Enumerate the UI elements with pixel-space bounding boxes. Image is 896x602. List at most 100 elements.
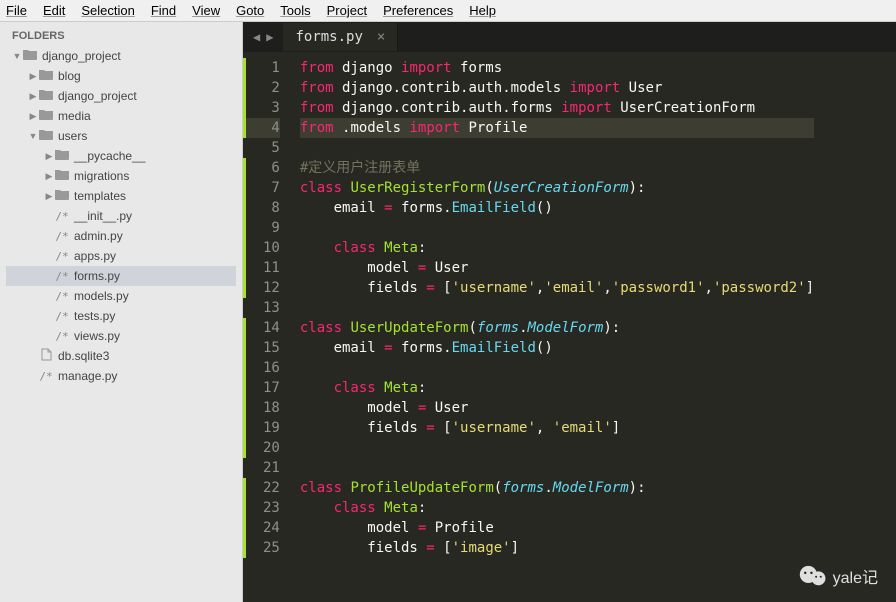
code-line[interactable]: fields = ['username', 'email'] bbox=[300, 418, 814, 438]
chevron-right-icon[interactable]: ▶ bbox=[28, 111, 38, 122]
code-line[interactable]: class Meta: bbox=[300, 238, 814, 258]
code-line[interactable]: model = Profile bbox=[300, 518, 814, 538]
line-number[interactable]: 16 bbox=[243, 358, 280, 378]
line-number[interactable]: 8 bbox=[243, 198, 280, 218]
tree-item-admin-py[interactable]: /*admin.py bbox=[6, 226, 236, 246]
folder-tree: ▼ django_project ▶ blog ▶django_project▶medi… bbox=[0, 46, 242, 386]
code-line[interactable]: from django.contrib.auth.forms import Us… bbox=[300, 98, 814, 118]
line-number[interactable]: 23 bbox=[243, 498, 280, 518]
line-number[interactable]: 24 bbox=[243, 518, 280, 538]
folder-icon bbox=[38, 109, 54, 123]
line-number[interactable]: 10 bbox=[243, 238, 280, 258]
tree-item-label: tests.py bbox=[74, 309, 115, 323]
code-line[interactable]: class UserRegisterForm(UserCreationForm)… bbox=[300, 178, 814, 198]
tree-item-forms-py[interactable]: /*forms.py bbox=[6, 266, 236, 286]
tree-item-views-py[interactable]: /*views.py bbox=[6, 326, 236, 346]
code-line[interactable]: from django.contrib.auth.models import U… bbox=[300, 78, 814, 98]
tree-item-__pycache__[interactable]: ▶__pycache__ bbox=[6, 146, 236, 166]
chevron-right-icon[interactable]: ▶ bbox=[44, 151, 54, 162]
line-number[interactable]: 9 bbox=[243, 218, 280, 238]
chevron-right-icon[interactable]: ▶ bbox=[28, 91, 38, 102]
tree-item-models-py[interactable]: /*models.py bbox=[6, 286, 236, 306]
code-line[interactable]: model = User bbox=[300, 258, 814, 278]
line-number[interactable]: 5 bbox=[263, 138, 280, 158]
code-line[interactable]: #定义用户注册表单 bbox=[300, 158, 814, 178]
code-line[interactable] bbox=[300, 218, 814, 238]
line-number[interactable]: 22 bbox=[243, 478, 280, 498]
tree-item-label: django_project bbox=[42, 49, 121, 63]
nav-next-icon[interactable]: ▶ bbox=[266, 30, 273, 44]
menu-project[interactable]: Project bbox=[327, 3, 367, 18]
code-editor[interactable]: 1234567891011121314151617181920212223242… bbox=[243, 52, 896, 602]
code-line[interactable]: email = forms.EmailField() bbox=[300, 338, 814, 358]
code-line[interactable]: email = forms.EmailField() bbox=[300, 198, 814, 218]
code-line[interactable]: from .models import Profile bbox=[300, 118, 814, 138]
code-line[interactable] bbox=[300, 438, 814, 458]
code-line[interactable]: from django import forms bbox=[300, 58, 814, 78]
tree-item-migrations[interactable]: ▶migrations bbox=[6, 166, 236, 186]
menu-file[interactable]: File bbox=[6, 3, 27, 18]
chevron-right-icon[interactable]: ▶ bbox=[44, 191, 54, 202]
tree-item-media[interactable]: ▶media bbox=[6, 106, 236, 126]
line-number[interactable]: 13 bbox=[263, 298, 280, 318]
tree-item-django_project[interactable]: ▶django_project bbox=[6, 86, 236, 106]
tree-item-django_project[interactable]: ▼ django_project bbox=[6, 46, 236, 66]
line-number[interactable]: 11 bbox=[243, 258, 280, 278]
menu-goto[interactable]: Goto bbox=[236, 3, 264, 18]
line-number[interactable]: 25 bbox=[243, 538, 280, 558]
tree-item-tests-py[interactable]: /*tests.py bbox=[6, 306, 236, 326]
code-line[interactable]: class Meta: bbox=[300, 498, 814, 518]
code-line[interactable] bbox=[300, 358, 814, 378]
tree-item-users[interactable]: ▼ users bbox=[6, 126, 236, 146]
menu-find[interactable]: Find bbox=[151, 3, 176, 18]
line-number[interactable]: 3 bbox=[243, 98, 280, 118]
line-number[interactable]: 17 bbox=[243, 378, 280, 398]
code-line[interactable] bbox=[300, 458, 814, 478]
chevron-right-icon[interactable]: ▶ bbox=[44, 171, 54, 182]
code-line[interactable]: fields = ['username','email','password1'… bbox=[300, 278, 814, 298]
tab-forms[interactable]: forms.py × bbox=[283, 23, 398, 51]
py-icon: /* bbox=[54, 250, 70, 263]
nav-prev-icon[interactable]: ◀ bbox=[253, 30, 260, 44]
menu-help[interactable]: Help bbox=[469, 3, 496, 18]
tree-item-blog[interactable]: ▶ blog bbox=[6, 66, 236, 86]
chevron-right-icon[interactable]: ▶ bbox=[28, 71, 38, 82]
chevron-down-icon[interactable]: ▼ bbox=[28, 131, 38, 141]
tree-item-manage-py[interactable]: /*manage.py bbox=[6, 366, 236, 386]
code-line[interactable]: class Meta: bbox=[300, 378, 814, 398]
tree-item-label: forms.py bbox=[74, 269, 120, 283]
line-number[interactable]: 20 bbox=[243, 438, 280, 458]
line-number[interactable]: 15 bbox=[243, 338, 280, 358]
tree-item-templates[interactable]: ▶templates bbox=[6, 186, 236, 206]
menu-tools[interactable]: Tools bbox=[280, 3, 310, 18]
close-icon[interactable]: × bbox=[377, 29, 385, 45]
tree-item-db-sqlite3[interactable]: db.sqlite3 bbox=[6, 346, 236, 366]
code-line[interactable]: class UserUpdateForm(forms.ModelForm): bbox=[300, 318, 814, 338]
tree-item-apps-py[interactable]: /*apps.py bbox=[6, 246, 236, 266]
line-number[interactable]: 7 bbox=[243, 178, 280, 198]
line-number[interactable]: 1 bbox=[243, 58, 280, 78]
sidebar: FOLDERS ▼django_project▶blog▶django_proj… bbox=[0, 22, 243, 602]
menu-edit[interactable]: Edit bbox=[43, 3, 65, 18]
line-number[interactable]: 6 bbox=[243, 158, 280, 178]
code-line[interactable]: model = User bbox=[300, 398, 814, 418]
line-number[interactable]: 18 bbox=[243, 398, 280, 418]
tree-item-label: users bbox=[58, 129, 87, 143]
chevron-down-icon[interactable]: ▼ bbox=[12, 51, 22, 61]
code-line[interactable]: fields = ['image'] bbox=[300, 538, 814, 558]
code-line[interactable] bbox=[300, 138, 814, 158]
menu-selection[interactable]: Selection bbox=[81, 3, 134, 18]
line-number[interactable]: 19 bbox=[243, 418, 280, 438]
line-number[interactable]: 21 bbox=[263, 458, 280, 478]
tree-item-label: blog bbox=[58, 69, 81, 83]
line-number[interactable]: 4 bbox=[243, 118, 280, 138]
menu-preferences[interactable]: Preferences bbox=[383, 3, 453, 18]
menu-view[interactable]: View bbox=[192, 3, 220, 18]
line-number[interactable]: 14 bbox=[243, 318, 280, 338]
code-line[interactable] bbox=[300, 298, 814, 318]
code-line[interactable]: class ProfileUpdateForm(forms.ModelForm)… bbox=[300, 478, 814, 498]
line-number[interactable]: 2 bbox=[243, 78, 280, 98]
folder-icon bbox=[22, 49, 38, 63]
tree-item-__init__-py[interactable]: /*__init__.py bbox=[6, 206, 236, 226]
line-number[interactable]: 12 bbox=[243, 278, 280, 298]
